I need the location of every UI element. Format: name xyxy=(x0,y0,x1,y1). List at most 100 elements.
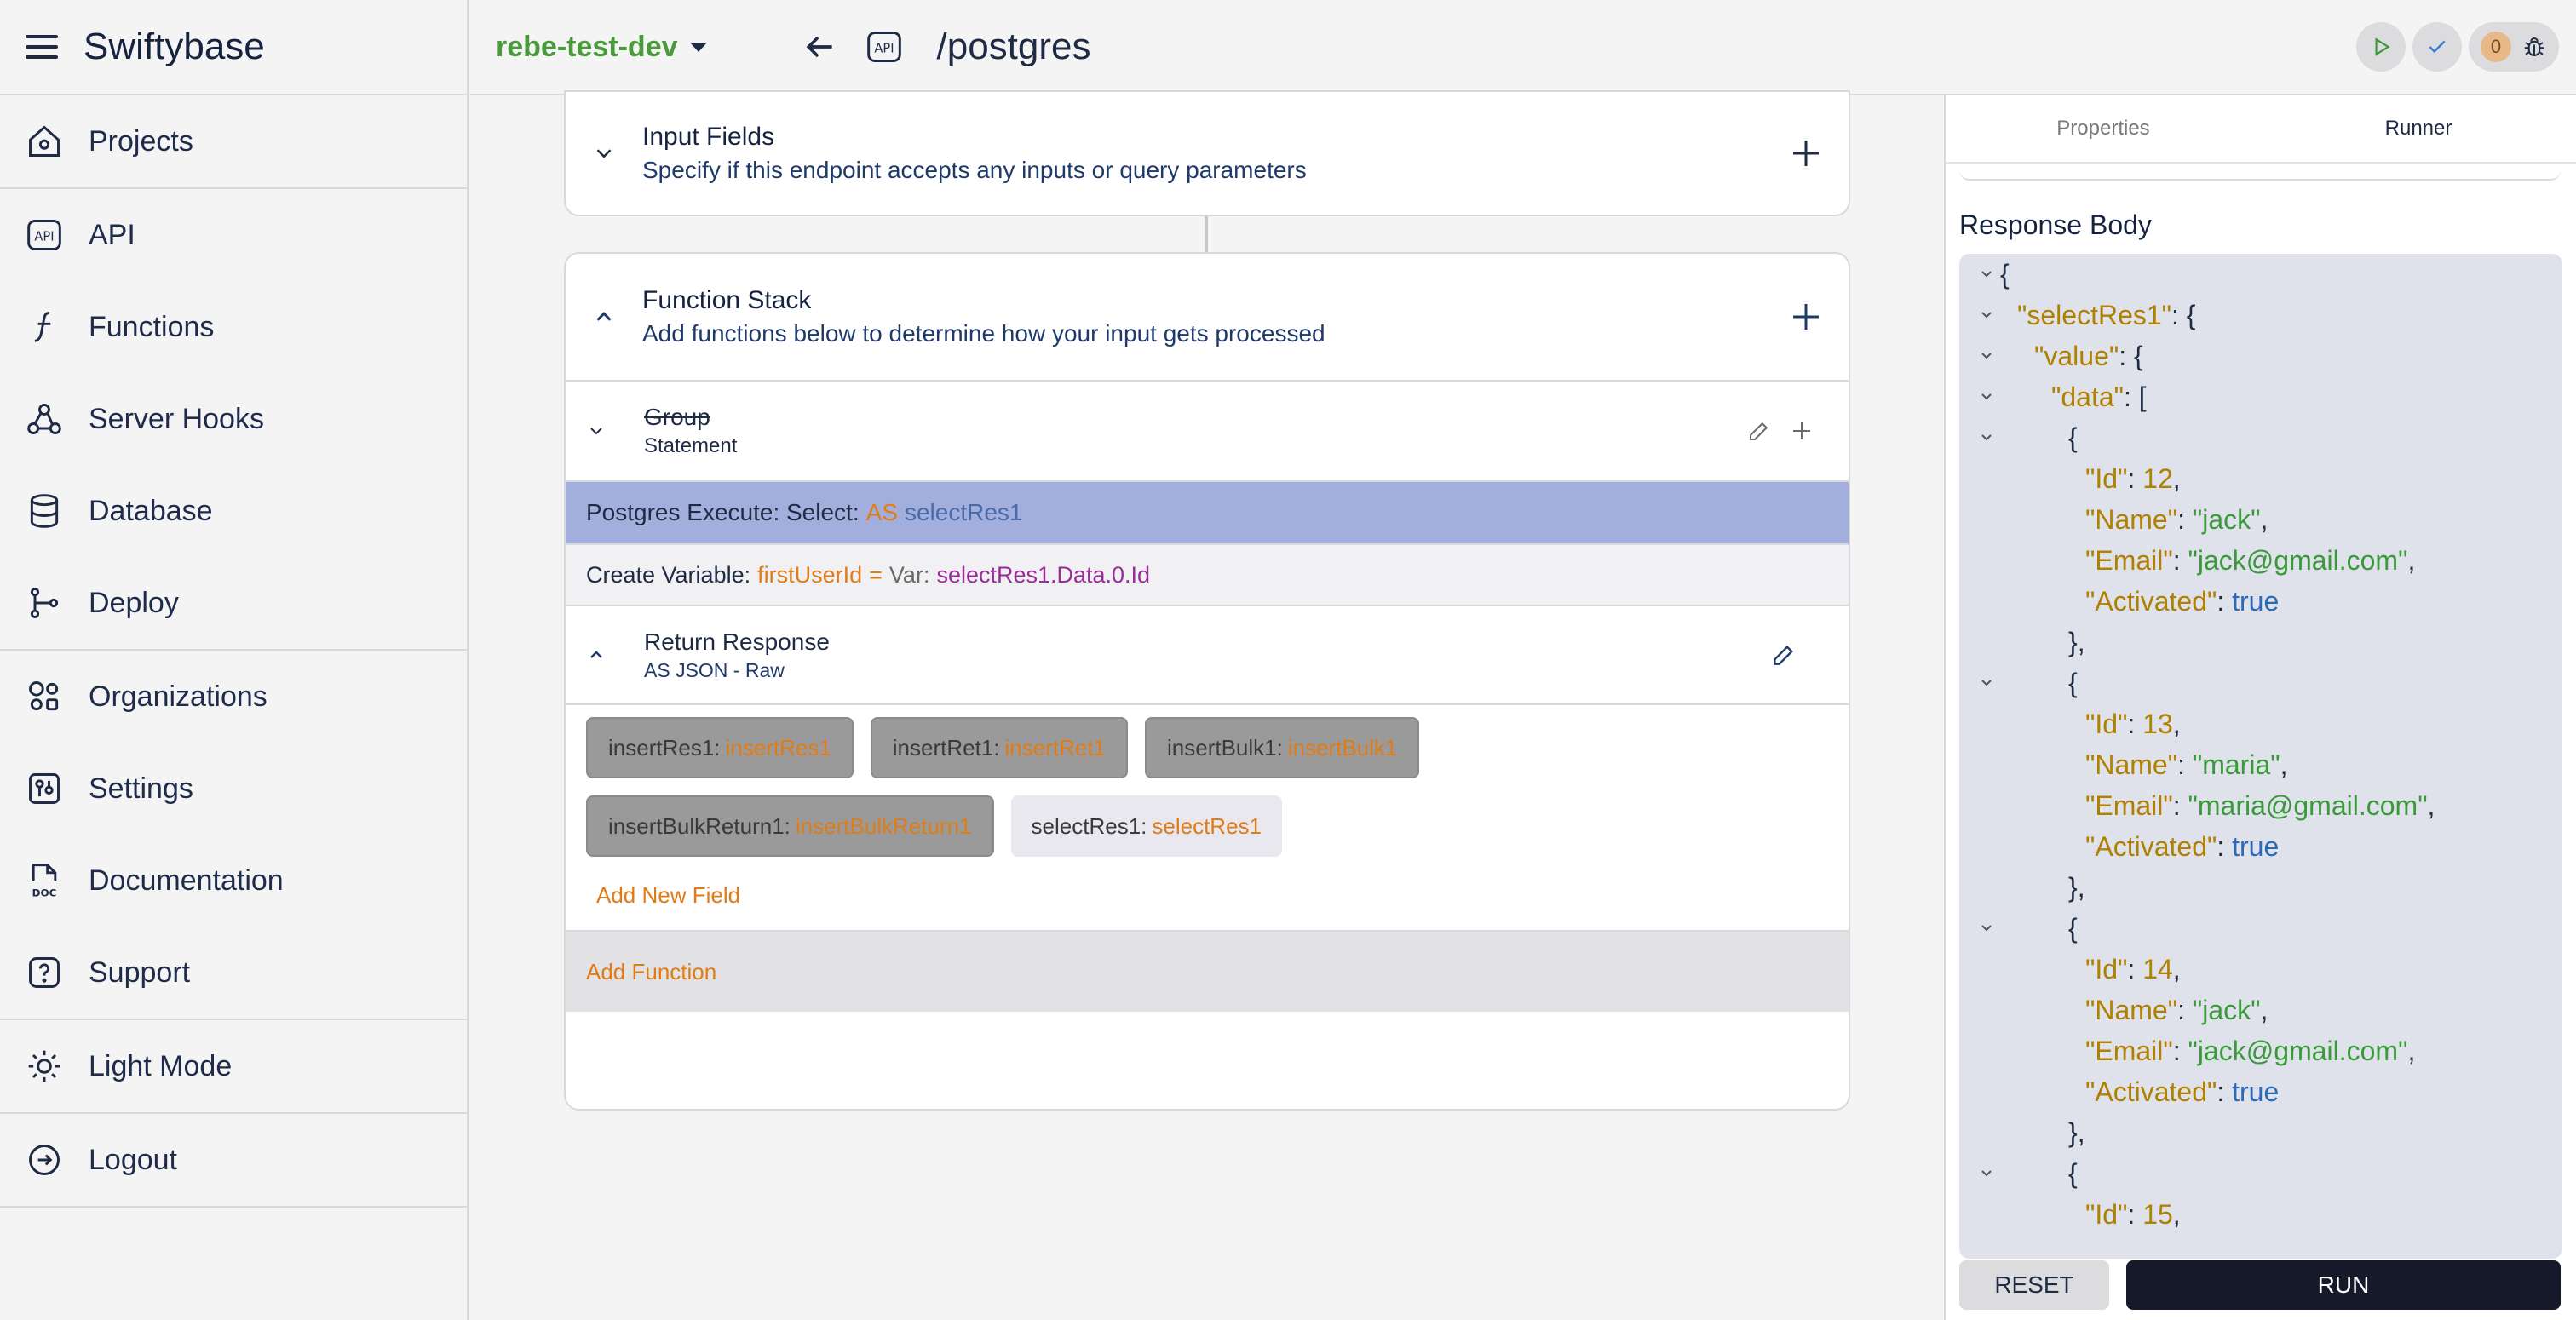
run-button[interactable]: RUN xyxy=(2126,1260,2561,1310)
chevron-down-icon[interactable] xyxy=(1976,264,1997,284)
chevron-down-icon[interactable] xyxy=(1976,428,1997,448)
add-function-link[interactable]: Add Function xyxy=(586,959,716,985)
chevron-down-icon[interactable] xyxy=(1976,1163,1997,1184)
chevron-down-icon[interactable] xyxy=(1976,918,1997,938)
sidebar-item-organizations[interactable]: Organizations xyxy=(0,651,467,743)
sidebar-item-deploy[interactable]: Deploy xyxy=(0,557,467,649)
run-button[interactable] xyxy=(2356,22,2406,72)
postgres-row-as: AS xyxy=(865,499,898,525)
field-value: insertRes1 xyxy=(725,734,831,760)
input-fields-title: Input Fields xyxy=(642,123,775,151)
json-key: "Name" xyxy=(2085,995,2178,1025)
tab-runner[interactable]: Runner xyxy=(2261,95,2576,162)
field-value: insertRet1 xyxy=(1004,734,1107,760)
pencil-icon[interactable] xyxy=(1746,418,1772,444)
field-tag[interactable]: insertBulkReturn1: insertBulkReturn1 xyxy=(586,795,994,857)
chevron-up-icon[interactable] xyxy=(591,304,617,330)
sidebar-item-server-hooks[interactable]: Server Hooks xyxy=(0,373,467,465)
panel-tabs: Properties Runner xyxy=(1946,95,2576,164)
api-icon: API xyxy=(866,32,901,62)
return-response-row[interactable]: Return Response AS JSON - Raw xyxy=(566,605,1849,703)
field-key: insertRet1: xyxy=(892,734,1000,760)
field-value: insertBulk1 xyxy=(1287,734,1398,760)
create-var-eq: = xyxy=(869,561,883,588)
json-key: "Activated" xyxy=(2085,586,2217,617)
environment-selector[interactable]: rebe-test-dev xyxy=(496,31,707,64)
sidebar-item-light-mode[interactable]: Light Mode xyxy=(0,1020,467,1112)
database-icon xyxy=(26,492,63,530)
chevron-down-icon[interactable] xyxy=(1976,346,1997,366)
svg-text:API: API xyxy=(34,229,54,244)
topbar: rebe-test-dev API /postgres 0 xyxy=(470,0,2576,95)
json-value: "maria@gmail.com" xyxy=(2188,790,2428,821)
validate-button[interactable] xyxy=(2412,22,2462,72)
sidebar-item-label: Organizations xyxy=(89,680,267,713)
sidebar-item-label: Functions xyxy=(89,310,215,343)
add-input-icon[interactable] xyxy=(1789,136,1823,170)
json-key: "Id" xyxy=(2085,709,2128,739)
play-icon xyxy=(2375,37,2390,56)
add-function-icon[interactable] xyxy=(1789,300,1823,334)
function-stack-title: Function Stack xyxy=(642,286,812,314)
group-title: Group xyxy=(644,404,710,430)
add-new-field-link[interactable]: Add New Field xyxy=(596,882,1828,909)
field-tag[interactable]: insertBulk1: insertBulk1 xyxy=(1145,717,1420,778)
field-value: selectRes1 xyxy=(1152,812,1262,839)
field-key: selectRes1: xyxy=(1031,812,1147,839)
pencil-icon[interactable] xyxy=(1770,641,1797,669)
sidebar-item-database[interactable]: Database xyxy=(0,465,467,557)
sidebar: Swiftybase Projects API API Functions Se… xyxy=(0,0,469,1320)
json-value: true xyxy=(2232,1076,2280,1107)
sidebar-item-logout[interactable]: Logout xyxy=(0,1114,467,1206)
create-variable-row[interactable]: Create Variable: firstUserId = Var: sele… xyxy=(566,543,1849,605)
create-var-value: selectRes1.Data.0.Id xyxy=(936,561,1151,588)
json-value: true xyxy=(2232,586,2280,617)
json-value: "jack" xyxy=(2192,995,2261,1025)
create-var-name: firstUserId xyxy=(757,561,863,588)
tab-properties[interactable]: Properties xyxy=(1946,95,2261,162)
help-icon xyxy=(26,954,63,991)
sidebar-item-label: Light Mode xyxy=(89,1049,233,1082)
sidebar-item-settings[interactable]: Settings xyxy=(0,743,467,835)
chevron-down-icon[interactable] xyxy=(1976,673,1997,693)
postgres-row-prefix: Postgres Execute: Select: xyxy=(586,499,860,525)
plus-icon[interactable] xyxy=(1789,418,1814,444)
chevron-up-icon[interactable] xyxy=(586,645,607,665)
sidebar-item-label: Logout xyxy=(89,1143,177,1176)
sidebar-item-support[interactable]: Support xyxy=(0,927,467,1019)
brand-header: Swiftybase xyxy=(0,0,467,95)
back-arrow-icon[interactable] xyxy=(801,28,838,66)
json-value: "jack" xyxy=(2192,504,2261,535)
sidebar-item-documentation[interactable]: DOC Documentation xyxy=(0,835,467,927)
sidebar-item-projects[interactable]: Projects xyxy=(0,95,467,187)
debug-button[interactable]: 0 xyxy=(2469,22,2559,72)
json-key: "Email" xyxy=(2085,790,2173,821)
menu-icon[interactable] xyxy=(26,35,58,59)
field-tag[interactable]: insertRet1: insertRet1 xyxy=(870,717,1129,778)
field-key: insertBulk1: xyxy=(1167,734,1283,760)
group-subtitle: Statement xyxy=(644,434,738,457)
chevron-down-icon[interactable] xyxy=(591,141,617,166)
sidebar-item-functions[interactable]: Functions xyxy=(0,281,467,373)
debug-count: 0 xyxy=(2481,32,2511,62)
response-json-viewer[interactable]: { "selectRes1": { "value": { "data": [ {… xyxy=(1959,254,2562,1259)
reset-button[interactable]: RESET xyxy=(1959,1260,2109,1310)
group-row[interactable]: Group Statement xyxy=(566,380,1849,480)
sidebar-item-label: Server Hooks xyxy=(89,402,264,435)
field-key: insertRes1: xyxy=(608,734,721,760)
sidebar-item-label: Settings xyxy=(89,772,193,805)
chevron-down-icon[interactable] xyxy=(1976,387,1997,407)
main-canvas: Input Fields Specify if this endpoint ac… xyxy=(470,90,1944,1320)
postgres-execute-row[interactable]: Postgres Execute: Select: AS selectRes1 xyxy=(566,480,1849,543)
bug-icon xyxy=(2524,37,2544,56)
environment-name: rebe-test-dev xyxy=(496,30,678,63)
response-fields: insertRes1: insertRes1 insertRet1: insertR… xyxy=(566,703,1849,930)
field-tag[interactable]: insertRes1: insertRes1 xyxy=(586,717,854,778)
chevron-down-icon[interactable] xyxy=(586,421,607,441)
sun-icon xyxy=(26,1047,63,1085)
collapsed-section-edge xyxy=(1959,164,2561,181)
field-tag[interactable]: selectRes1: selectRes1 xyxy=(1010,795,1283,857)
chevron-down-icon[interactable] xyxy=(1976,305,1997,325)
sidebar-item-label: Projects xyxy=(89,124,193,158)
sidebar-item-api[interactable]: API API xyxy=(0,189,467,281)
